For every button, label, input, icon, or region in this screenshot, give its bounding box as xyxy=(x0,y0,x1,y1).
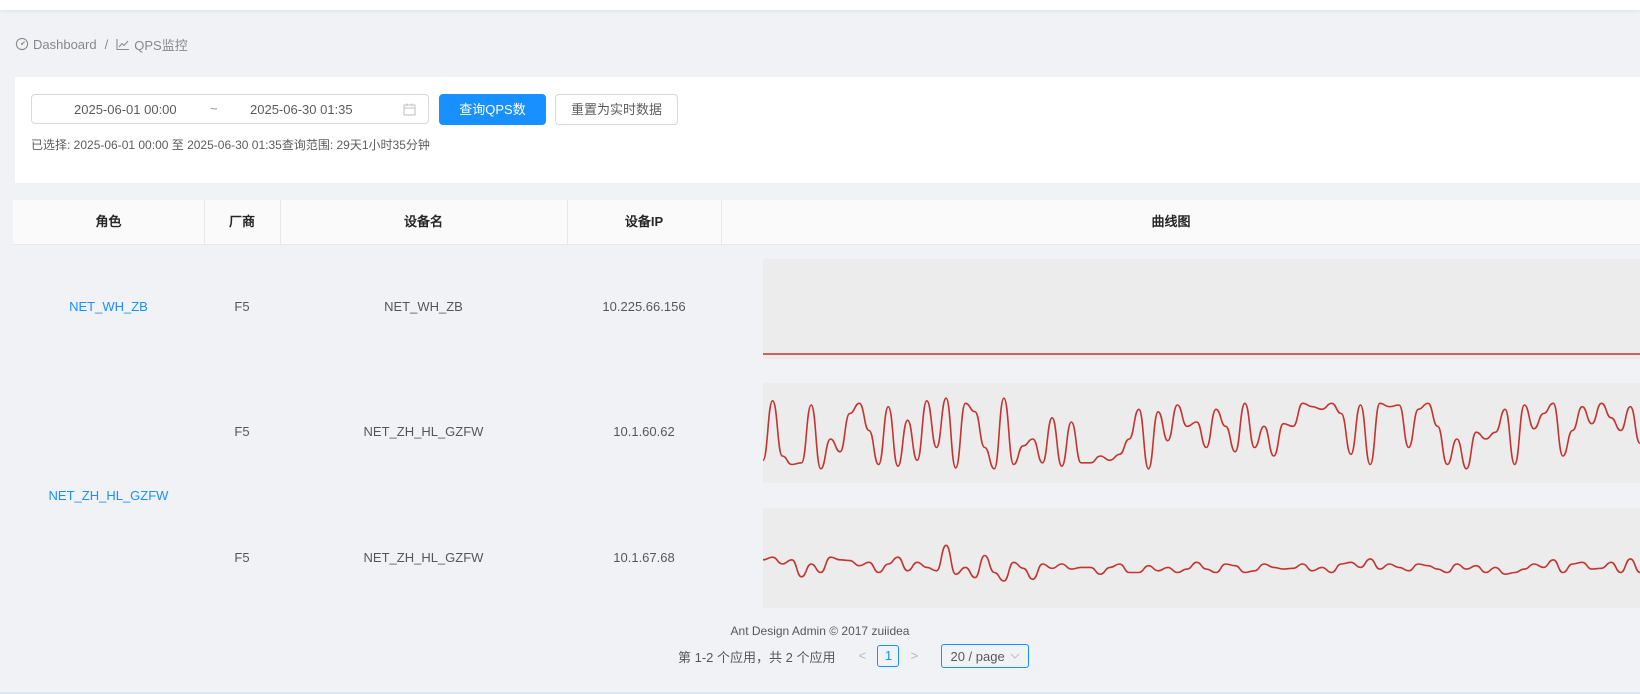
qps-line-series xyxy=(762,397,1640,470)
page-footer: Ant Design Admin © 2017 zuiidea xyxy=(730,624,910,638)
pagination-summary: 第 1-2 个应用，共 2 个应用 xyxy=(678,649,836,665)
chevron-down-icon xyxy=(1010,653,1020,659)
page-size-value: 20 / page xyxy=(950,648,1005,664)
page-size-select[interactable]: 20 / page xyxy=(941,644,1029,668)
page-1-button[interactable]: 1 xyxy=(877,645,900,667)
qps-sparklines xyxy=(762,353,1640,582)
prev-page-button[interactable]: < xyxy=(851,645,873,667)
pagination: 第 1-2 个应用，共 2 个应用 < 1 > 20 / page xyxy=(678,643,1029,669)
qps-line-series xyxy=(762,544,1640,582)
next-page-button[interactable]: > xyxy=(903,645,925,667)
